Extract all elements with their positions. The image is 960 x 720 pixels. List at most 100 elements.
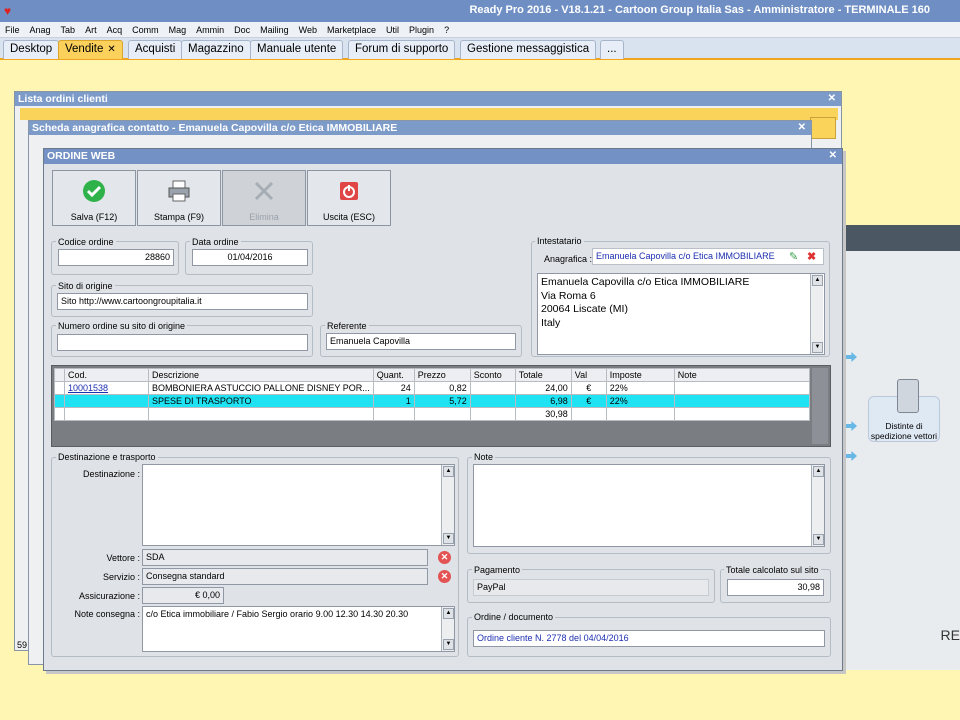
table-cell bbox=[673, 394, 811, 408]
close-icon[interactable]: ✕ bbox=[798, 122, 806, 134]
column-header[interactable]: Val bbox=[570, 368, 607, 382]
referente-field[interactable]: Emanuela Capovilla bbox=[326, 333, 516, 350]
table-cell: 24 bbox=[372, 381, 415, 395]
data-ordine-field[interactable]: 01/04/2016 bbox=[192, 249, 308, 266]
clear-servizio-icon[interactable]: ✕ bbox=[438, 570, 451, 583]
close-icon[interactable]: ✕ bbox=[107, 44, 115, 55]
menu-item[interactable]: Art bbox=[80, 22, 102, 38]
menu-item[interactable]: Acq bbox=[102, 22, 128, 38]
tab-messaggistica[interactable]: Gestione messaggistica bbox=[460, 40, 597, 59]
intestatario-label: Intestatario bbox=[535, 236, 584, 246]
close-icon[interactable]: ✕ bbox=[829, 150, 837, 162]
column-header[interactable]: Note bbox=[673, 368, 811, 382]
menu-item[interactable]: Comm bbox=[127, 22, 164, 38]
tab-vendite[interactable]: Vendite ✕ bbox=[58, 40, 123, 59]
scroll-down-icon[interactable]: ▼ bbox=[813, 534, 824, 545]
servizio-field[interactable]: Consegna standard bbox=[142, 568, 428, 585]
app-title: Ready Pro 2016 - V18.1.21 - Cartoon Grou… bbox=[469, 4, 930, 16]
ordine-documento-field[interactable]: Ordine cliente N. 2778 del 04/04/2016 bbox=[473, 630, 825, 647]
distinte-spedizione-button[interactable]: Distinte di spedizione vettori bbox=[868, 379, 940, 442]
destinazione-textarea[interactable] bbox=[142, 464, 455, 546]
assicurazione-field[interactable]: € 0,00 bbox=[142, 587, 224, 604]
app-logo-icon: ♥ bbox=[4, 4, 12, 18]
menu-item[interactable]: Ammin bbox=[191, 22, 229, 38]
column-header[interactable]: Cod. bbox=[64, 368, 149, 382]
grid-total: 30,98 bbox=[514, 407, 572, 421]
tab-magazzino[interactable]: Magazzino bbox=[181, 40, 251, 59]
close-icon[interactable]: ✕ bbox=[828, 93, 836, 105]
column-header[interactable]: Totale bbox=[514, 368, 572, 382]
scroll-up-icon[interactable]: ▲ bbox=[813, 466, 824, 477]
indirizzo-textarea[interactable]: Emanuela Capovilla c/o Etica IMMOBILIARE… bbox=[537, 273, 825, 355]
note-consegna-label: Note consegna : bbox=[74, 609, 140, 619]
numero-ordine-label: Numero ordine su sito di origine bbox=[56, 321, 188, 331]
tab-desktop[interactable]: Desktop bbox=[3, 40, 60, 59]
list-footer: 59 bbox=[17, 640, 28, 650]
app-title-bar: ♥ Ready Pro 2016 - V18.1.21 - Cartoon Gr… bbox=[0, 0, 960, 22]
menu-item[interactable]: Util bbox=[381, 22, 404, 38]
save-button[interactable]: Salva (F12) bbox=[52, 170, 136, 226]
menu-item[interactable]: Web bbox=[294, 22, 322, 38]
exit-button[interactable]: Uscita (ESC) bbox=[307, 170, 391, 226]
destinazione-scrollbar[interactable]: ▲ ▼ bbox=[441, 465, 454, 545]
edit-pencil-icon[interactable]: ✎ bbox=[789, 250, 798, 263]
print-button[interactable]: Stampa (F9) bbox=[137, 170, 221, 226]
pagamento-field[interactable]: PayPal bbox=[473, 579, 709, 596]
assicurazione-label: Assicurazione : bbox=[78, 591, 140, 601]
table-cell: 22% bbox=[605, 381, 675, 395]
menu-item[interactable]: Mailing bbox=[255, 22, 294, 38]
table-row[interactable]: 10001538 BOMBONIERA ASTUCCIO PALLONE DIS… bbox=[54, 381, 811, 395]
product-code-link[interactable]: 10001538 bbox=[68, 383, 108, 393]
vettore-field[interactable]: SDA bbox=[142, 549, 428, 566]
table-row-selected[interactable]: SPESE DI TRASPORTO 1 5,72 6,98 € 22% bbox=[54, 394, 811, 408]
scroll-down-icon[interactable]: ▼ bbox=[812, 342, 823, 353]
scroll-up-icon[interactable]: ▲ bbox=[443, 466, 454, 477]
delete-button[interactable]: Elimina bbox=[222, 170, 306, 226]
column-header[interactable]: Sconto bbox=[469, 368, 516, 382]
table-cell: 24,00 bbox=[514, 381, 572, 395]
tab-more[interactable]: ... bbox=[600, 40, 624, 59]
codice-ordine-field[interactable]: 28860 bbox=[58, 249, 174, 266]
tab-acquisti[interactable]: Acquisti bbox=[128, 40, 183, 59]
note-scrollbar[interactable]: ▲ ▼ bbox=[811, 465, 824, 546]
grid-scrollbar[interactable] bbox=[812, 368, 828, 444]
table-cell: 0,82 bbox=[413, 381, 471, 395]
save-label: Salva (F12) bbox=[70, 212, 118, 222]
numero-ordine-field[interactable] bbox=[57, 334, 308, 351]
column-header[interactable]: Prezzo bbox=[413, 368, 471, 382]
column-header[interactable]: Quant. bbox=[372, 368, 415, 382]
menu-item[interactable]: Doc bbox=[229, 22, 255, 38]
clear-vettore-icon[interactable]: ✕ bbox=[438, 551, 451, 564]
menu-item[interactable]: File bbox=[0, 22, 25, 38]
table-cell: € bbox=[570, 394, 607, 408]
note-textarea[interactable] bbox=[473, 464, 825, 547]
note-consegna-textarea[interactable]: c/o Etica immobiliare / Fabio Sergio ora… bbox=[142, 606, 455, 652]
sito-origine-field[interactable]: Sito http://www.cartoongroupitalia.it bbox=[57, 293, 308, 310]
scroll-icon bbox=[897, 379, 919, 413]
scroll-down-icon[interactable]: ▼ bbox=[443, 639, 454, 650]
menu-item[interactable]: Plugin bbox=[404, 22, 439, 38]
table-cell: € bbox=[570, 381, 607, 395]
menu-item[interactable]: Marketplace bbox=[322, 22, 381, 38]
column-header[interactable]: Descrizione bbox=[148, 368, 374, 382]
menu-item[interactable]: Mag bbox=[164, 22, 192, 38]
address-line: Via Roma 6 bbox=[541, 289, 596, 302]
remove-icon[interactable]: ✖ bbox=[807, 250, 816, 263]
table-cell bbox=[673, 381, 811, 395]
scroll-up-icon[interactable]: ▲ bbox=[812, 275, 823, 286]
menu-item[interactable]: Anag bbox=[25, 22, 56, 38]
menu-item[interactable]: Tab bbox=[56, 22, 81, 38]
tab-forum[interactable]: Forum di supporto bbox=[348, 40, 456, 59]
note-label: Note bbox=[472, 452, 496, 462]
column-header[interactable]: Imposte bbox=[605, 368, 675, 382]
totale-sito-field[interactable]: 30,98 bbox=[727, 579, 824, 596]
tab-manuale-utente[interactable]: Manuale utente bbox=[250, 40, 344, 59]
window-title: ORDINE WEB bbox=[47, 150, 116, 162]
note-consegna-scrollbar[interactable]: ▲ ▼ bbox=[441, 607, 454, 651]
users-icon[interactable] bbox=[810, 117, 836, 139]
scroll-down-icon[interactable]: ▼ bbox=[443, 533, 454, 544]
destinazione-label: Destinazione : bbox=[82, 469, 140, 479]
address-scrollbar[interactable]: ▲ ▼ bbox=[810, 274, 823, 354]
scroll-up-icon[interactable]: ▲ bbox=[443, 608, 454, 619]
menu-item[interactable]: ? bbox=[439, 22, 454, 38]
